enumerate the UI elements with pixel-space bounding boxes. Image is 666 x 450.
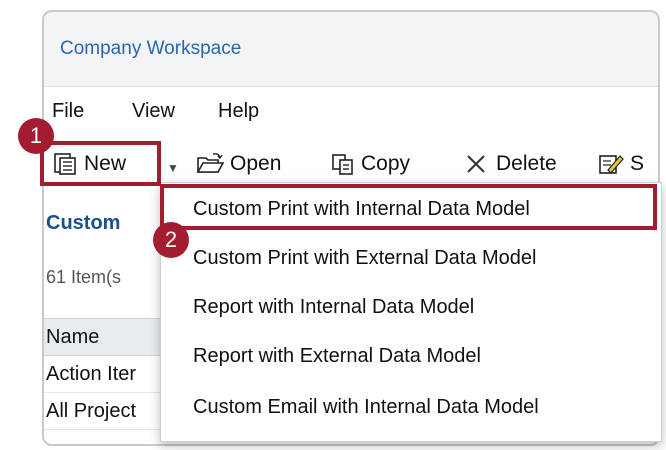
menu-item-custom-print-external[interactable]: Custom Print with External Data Model: [193, 247, 536, 270]
menu-item-report-internal[interactable]: Report with Internal Data Model: [193, 296, 474, 319]
column-header-name[interactable]: Name: [44, 318, 164, 356]
item-count: 61 Item(s: [46, 267, 122, 287]
copy-button[interactable]: Copy: [331, 152, 410, 176]
copy-icon: [332, 154, 353, 175]
table-row[interactable]: All Project: [44, 393, 164, 430]
edit-button-label: S: [630, 152, 645, 175]
open-folder-icon: [196, 153, 224, 173]
section-title: Custom: [46, 212, 121, 234]
delete-x-icon: [467, 155, 485, 173]
table-row[interactable]: Action Iter: [44, 356, 164, 393]
items-table: Name Action Iter All Project: [44, 318, 164, 430]
window-title: Company Workspace: [60, 38, 242, 59]
delete-button[interactable]: Delete: [464, 152, 557, 176]
menu-item-report-external[interactable]: Report with External Data Model: [193, 345, 481, 368]
menu-item-custom-email-internal[interactable]: Custom Email with Internal Data Model: [193, 396, 539, 419]
menu-help[interactable]: Help: [218, 100, 259, 123]
menu-view[interactable]: View: [132, 100, 175, 123]
step-1-badge: 1: [18, 118, 54, 154]
menu-file[interactable]: File: [52, 100, 84, 123]
open-button-label: Open: [230, 152, 282, 175]
open-button[interactable]: Open: [196, 152, 281, 176]
delete-button-label: Delete: [496, 152, 557, 175]
edit-button[interactable]: S: [598, 152, 644, 176]
new-button-highlight: [40, 141, 161, 186]
edit-icon: [599, 155, 624, 174]
menu-item-highlight: [160, 184, 657, 230]
dropdown-caret-icon[interactable]: ▼: [167, 161, 179, 175]
title-bar: Company Workspace: [44, 12, 658, 87]
step-2-badge: 2: [153, 222, 189, 258]
menu-bar: File View Help: [44, 100, 658, 130]
copy-button-label: Copy: [361, 152, 411, 175]
